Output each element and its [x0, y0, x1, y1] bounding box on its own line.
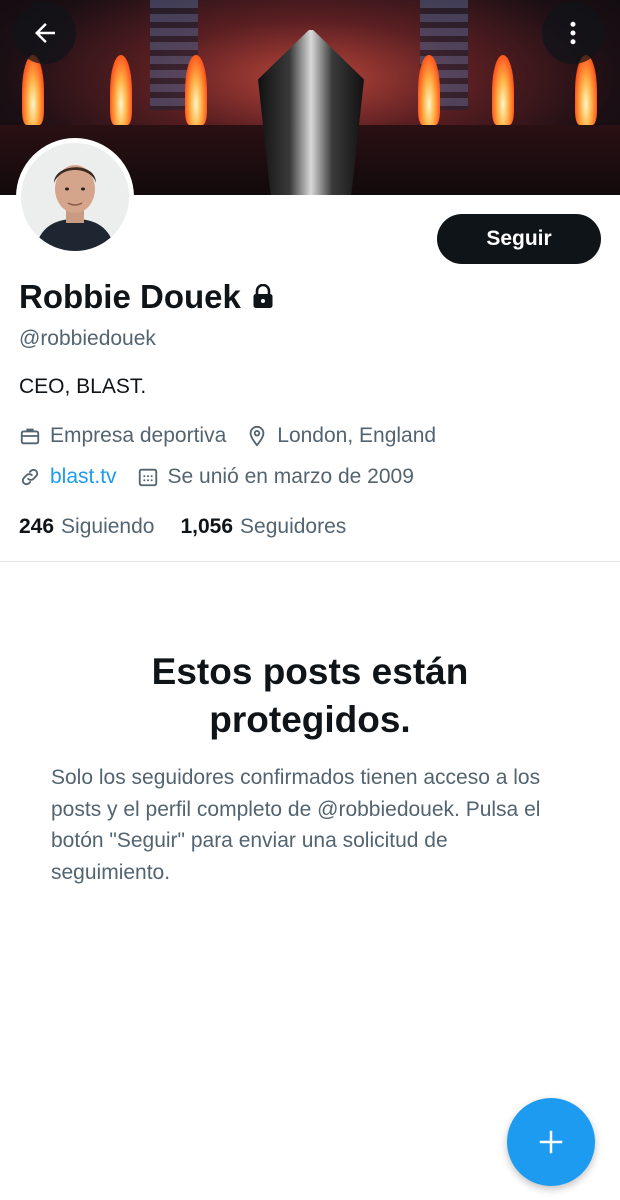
- location-pin-icon: [249, 425, 265, 447]
- section-divider: [0, 561, 620, 562]
- profile-category: Empresa deportiva: [19, 424, 226, 448]
- profile-joined: Se unió en marzo de 2009: [137, 465, 414, 489]
- profile-avatar[interactable]: [16, 138, 134, 256]
- profile-bio: CEO, BLAST.: [19, 375, 147, 398]
- profile-meta-row: Empresa deportiva London, England: [19, 424, 456, 448]
- category-label: Empresa deportiva: [50, 424, 227, 447]
- banner-flame: [110, 55, 132, 125]
- joined-label: Se unió en marzo de 2009: [167, 465, 414, 488]
- banner-flame: [492, 55, 514, 125]
- plus-icon: [539, 1130, 563, 1154]
- more-vertical-icon: [570, 21, 576, 45]
- banner-flame: [575, 55, 597, 125]
- followers-label: Seguidores: [240, 515, 347, 538]
- profile-meta-row: blast.tv Se unió en marzo de 2009: [19, 465, 434, 489]
- link-icon: [21, 468, 39, 486]
- profile-website[interactable]: blast.tv: [19, 465, 117, 489]
- banner-trophy: [258, 30, 364, 195]
- followers-count: 1,056: [180, 515, 234, 538]
- protected-posts-title: Estos posts están protegidos.: [151, 651, 469, 740]
- website-link[interactable]: blast.tv: [50, 465, 117, 489]
- banner-flame: [418, 55, 440, 125]
- location-label: London, England: [277, 424, 437, 447]
- calendar-icon: [138, 468, 157, 487]
- following-label: Siguiendo: [61, 515, 155, 538]
- following-stat[interactable]: 246 Siguiendo: [19, 515, 154, 539]
- compose-button[interactable]: [507, 1098, 595, 1186]
- profile-handle: @robbiedouek: [19, 327, 156, 350]
- back-button[interactable]: [14, 2, 76, 64]
- avatar-photo: [21, 143, 129, 251]
- following-count: 246: [19, 515, 55, 538]
- lock-icon: [253, 284, 273, 308]
- profile-name-row: Robbie Douek: [19, 278, 275, 316]
- banner-flame: [22, 55, 44, 125]
- profile-stats: 246 Siguiendo 1,056 Seguidores: [19, 515, 372, 539]
- arrow-left-icon: [35, 23, 55, 43]
- more-options-button[interactable]: [542, 2, 604, 64]
- display-name: Robbie Douek: [19, 278, 241, 315]
- profile-location: London, England: [246, 424, 436, 448]
- followers-stat[interactable]: 1,056 Seguidores: [180, 515, 346, 539]
- protected-posts-description: Solo los seguidores confirmados tienen a…: [51, 766, 541, 884]
- follow-button[interactable]: Seguir: [437, 214, 601, 264]
- briefcase-icon: [20, 428, 40, 445]
- banner-flame: [185, 55, 207, 125]
